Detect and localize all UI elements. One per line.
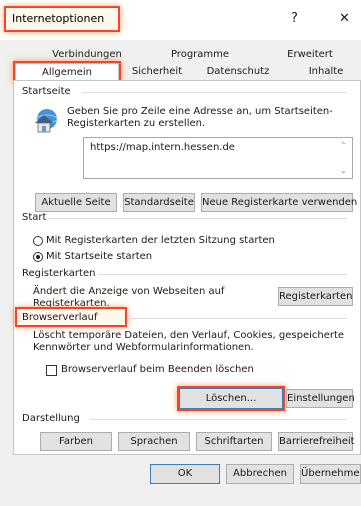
homepage-url-value: https://map.intern.hessen.de <box>90 142 235 153</box>
delete-history-button[interactable]: Löschen... <box>177 386 285 411</box>
divider <box>98 274 347 275</box>
ok-button[interactable]: OK <box>150 464 220 484</box>
tab-programme[interactable]: Programme <box>160 46 240 64</box>
group-label-start: Start <box>22 212 47 223</box>
close-icon[interactable]: ✕ <box>339 11 350 26</box>
group-label-startseite: Startseite <box>22 86 71 97</box>
radio-last-session[interactable] <box>33 236 43 246</box>
tab-inhalte[interactable]: Inhalte <box>296 63 356 81</box>
new-tab-button[interactable]: Neue Registerkarte verwenden <box>201 193 357 212</box>
history-settings-button[interactable]: Einstellungen <box>286 389 355 408</box>
scroll-down-icon[interactable]: ⌄ <box>340 166 347 175</box>
radio-last-session-label: Mit Registerkarten der letzten Sitzung s… <box>46 235 275 246</box>
fonts-button[interactable]: Schriftarten <box>196 432 272 451</box>
radio-homepage-label: Mit Startseite starten <box>46 251 153 262</box>
delete-on-exit-label: Browserverlauf beim Beenden löschen <box>61 364 254 375</box>
browserverlauf-description-line2: Kennwörter und Webformularinformationen. <box>33 342 254 353</box>
divider <box>48 218 347 219</box>
tab-sicherheit[interactable]: Sicherheit <box>122 63 192 81</box>
registerkarten-description-line1: Ändert die Anzeige von Webseiten auf <box>33 286 225 297</box>
tab-datenschutz[interactable]: Datenschutz <box>198 63 278 81</box>
group-label-darstellung: Darstellung <box>22 413 80 424</box>
colors-button[interactable]: Farben <box>40 432 112 451</box>
tab-erweitert[interactable]: Erweitert <box>275 46 345 64</box>
home-network-icon <box>30 106 60 136</box>
divider <box>130 318 347 319</box>
tab-allgemein[interactable]: Allgemein <box>13 61 121 83</box>
divider <box>90 419 347 420</box>
group-label-registerkarten: Registerkarten <box>22 268 96 279</box>
startseite-description-line2: Registerkarten zu erstellen. <box>67 118 206 129</box>
help-button[interactable]: ? <box>291 11 298 26</box>
tab-verbindungen[interactable]: Verbindungen <box>42 46 132 64</box>
window-title: Internetoptionen <box>12 12 105 25</box>
group-label-browserverlauf: Browserverlauf <box>22 312 98 323</box>
default-page-button[interactable]: Standardseite <box>123 193 195 212</box>
cancel-button[interactable]: Abbrechen <box>226 464 294 484</box>
divider <box>82 92 347 93</box>
radio-homepage[interactable] <box>33 252 43 262</box>
accessibility-button[interactable]: Barrierefreiheit <box>278 432 355 451</box>
startseite-description-line1: Geben Sie pro Zeile eine Adresse an, um … <box>67 106 333 117</box>
apply-button[interactable]: Übernehmen <box>300 464 361 484</box>
delete-on-exit-checkbox[interactable] <box>46 365 57 376</box>
languages-button[interactable]: Sprachen <box>118 432 190 451</box>
browserverlauf-description-line1: Löscht temporäre Dateien, den Verlauf, C… <box>33 330 345 341</box>
scroll-up-icon[interactable]: ⌃ <box>340 141 347 150</box>
current-page-button[interactable]: Aktuelle Seite <box>35 193 117 212</box>
tabs-settings-button[interactable]: Registerkarten <box>278 287 353 306</box>
homepage-url-field[interactable]: https://map.intern.hessen.de <box>83 137 353 179</box>
